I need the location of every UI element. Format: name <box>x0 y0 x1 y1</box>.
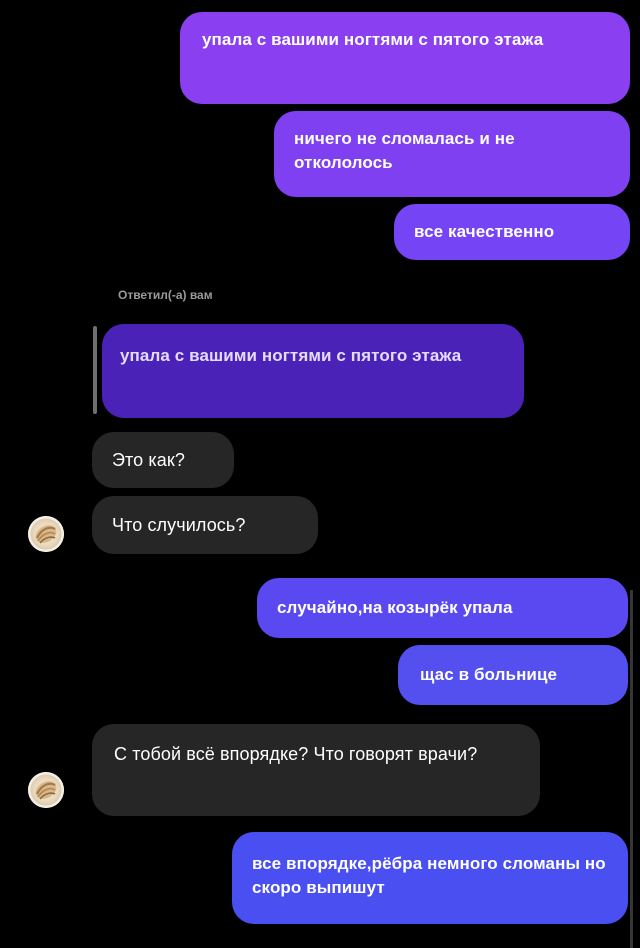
reply-label: Ответил(-а) вам <box>118 288 213 302</box>
scrollbar[interactable] <box>630 590 633 948</box>
message-bubble-sent[interactable]: ничего не сломалась и не откололось <box>274 111 630 197</box>
reply-quote-bar <box>93 326 97 414</box>
message-bubble-sent[interactable]: щас в больнице <box>398 645 628 705</box>
message-bubble-sent[interactable]: упала с вашими ногтями с пятого этажа <box>180 12 630 104</box>
avatar-icon <box>28 516 64 552</box>
avatar[interactable] <box>28 772 64 808</box>
message-bubble-received[interactable]: Это как? <box>92 432 234 488</box>
message-bubble-sent[interactable]: все впорядке,рёбра немного сломаны но ск… <box>232 832 628 924</box>
reply-quoted-message[interactable]: упала с вашими ногтями с пятого этажа <box>102 324 524 418</box>
message-bubble-sent[interactable]: все качественно <box>394 204 630 260</box>
avatar-icon <box>28 772 64 808</box>
message-bubble-received[interactable]: С тобой всё впорядке? Что говорят врачи? <box>92 724 540 816</box>
message-bubble-received[interactable]: Что случилось? <box>92 496 318 554</box>
avatar[interactable] <box>28 516 64 552</box>
chat-thread: упала с вашими ногтями с пятого этажа ни… <box>0 0 640 948</box>
message-bubble-sent[interactable]: случайно,на козырёк упала <box>257 578 628 638</box>
